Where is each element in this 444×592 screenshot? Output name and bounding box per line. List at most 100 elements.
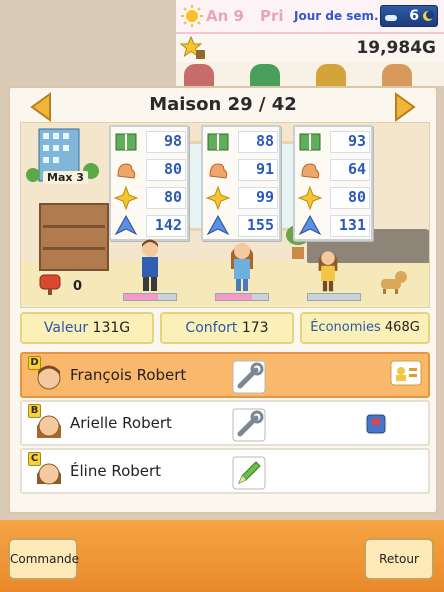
valeur-value: 131G — [92, 320, 131, 336]
resident-stats-card: 93 64 80 131 — [293, 125, 373, 241]
weekday-label: Jour de sem. — [294, 9, 379, 23]
spark-icon — [114, 186, 138, 210]
house-title: Maison 29 / 42 — [149, 94, 297, 115]
stat-row: 88 — [206, 129, 278, 155]
family-member-name: François Robert — [70, 366, 187, 384]
resident-energy-bar — [307, 293, 361, 301]
father-face-icon — [37, 365, 61, 390]
room-scene: Max 3 98 80 80 142 88 91 99 155 93 64 80… — [20, 122, 430, 308]
savings-box: Économies 468G — [300, 312, 430, 344]
wrench-icon[interactable] — [232, 360, 266, 394]
stat-row: 64 — [298, 157, 370, 183]
energy-fill — [124, 294, 158, 300]
week-indicator: 6 — [380, 5, 438, 27]
week-number: 6 — [409, 8, 419, 24]
stat-talent-value: 80 — [330, 187, 370, 209]
sun-icon — [181, 5, 203, 27]
stat-row: 93 — [298, 129, 370, 155]
money-value: 19,984G — [356, 38, 436, 58]
year-label: An 9 — [206, 7, 244, 25]
top-menu-icons — [176, 62, 444, 86]
resident-mother-sprite[interactable] — [225, 239, 259, 293]
book-icon — [207, 133, 229, 151]
shop-icon[interactable] — [184, 64, 214, 86]
child-face-icon — [37, 463, 61, 485]
spark-icon — [206, 186, 230, 210]
home-icon[interactable] — [250, 64, 280, 86]
resident-energy-bar — [123, 293, 177, 301]
mother-face-icon — [37, 415, 61, 438]
bookshelf — [39, 203, 109, 271]
wing-icon — [298, 214, 322, 236]
stat-strength-value: 91 — [238, 159, 278, 181]
bottom-bar: Commande Retour — [0, 520, 444, 592]
pencil-icon[interactable] — [232, 456, 266, 490]
book-icon — [115, 133, 137, 151]
comfort-box: Confort 173 — [160, 312, 294, 344]
family-list: D François Robert B Arielle Robert C Éli… — [20, 352, 430, 506]
value-box: Valeur 131G — [20, 312, 154, 344]
mailbox-icon[interactable] — [37, 269, 63, 295]
book-icon — [299, 133, 321, 151]
stat-total-value: 155 — [238, 215, 278, 237]
spark-icon — [298, 186, 322, 210]
resident-father-sprite[interactable] — [133, 239, 167, 293]
stat-total-value: 131 — [330, 215, 370, 237]
next-house-arrow-icon[interactable] — [392, 92, 418, 122]
stat-row: 142 — [114, 213, 186, 239]
muscle-icon — [209, 163, 228, 179]
resident-stats-card: 88 91 99 155 — [201, 125, 281, 241]
calendar-icon[interactable] — [382, 64, 412, 86]
stat-row: 99 — [206, 185, 278, 211]
stat-total-value: 142 — [146, 215, 186, 237]
family-row-francois[interactable]: D François Robert — [20, 352, 430, 398]
stat-row: 80 — [114, 185, 186, 211]
muscle-icon — [301, 163, 320, 179]
stat-study-value: 93 — [330, 131, 370, 153]
stat-row: 98 — [114, 129, 186, 155]
stat-study-value: 88 — [238, 131, 278, 153]
house-panel: Maison 29 / 42 Max 3 98 80 80 142 88 91 … — [8, 86, 438, 514]
family-row-arielle[interactable]: B Arielle Robert — [20, 400, 430, 446]
stat-talent-value: 99 — [238, 187, 278, 209]
stat-talent-value: 80 — [146, 187, 186, 209]
confort-label: Confort — [185, 320, 238, 336]
stat-row: 131 — [298, 213, 370, 239]
prev-house-arrow-icon[interactable] — [28, 92, 54, 122]
badge-icon[interactable] — [366, 414, 386, 434]
stat-strength-value: 80 — [146, 159, 186, 181]
resident-stats-card: 98 80 80 142 — [109, 125, 189, 241]
stat-row: 91 — [206, 157, 278, 183]
family-member-name: Arielle Robert — [70, 414, 172, 432]
valeur-label: Valeur — [43, 320, 89, 336]
wing-icon — [206, 214, 230, 236]
stat-row: 80 — [114, 157, 186, 183]
confort-value: 173 — [241, 320, 269, 336]
command-button[interactable]: Commande — [8, 538, 79, 580]
money-row: 19,984G — [176, 34, 444, 62]
dog-icon — [381, 271, 407, 294]
resident-child-sprite[interactable] — [313, 247, 343, 293]
muscle-icon — [117, 163, 136, 179]
economies-value: 468G — [384, 320, 420, 335]
music-icon[interactable] — [316, 64, 346, 86]
house-values: Valeur 131G Confort 173 Économies 468G — [20, 312, 430, 344]
energy-fill — [216, 294, 253, 300]
status-bar: An 9 Pri Jour de sem. 6 — [176, 0, 444, 34]
family-card-icon[interactable] — [390, 360, 422, 390]
mail-count: 0 — [73, 279, 83, 294]
wing-icon — [114, 214, 138, 236]
star-icon — [180, 36, 205, 59]
stat-strength-value: 64 — [330, 159, 370, 181]
stat-row: 155 — [206, 213, 278, 239]
wrench-icon[interactable] — [232, 408, 266, 442]
back-button[interactable]: Retour — [364, 538, 434, 580]
moon-icon — [423, 11, 434, 21]
economies-label: Économies — [310, 320, 381, 335]
stat-row: 80 — [298, 185, 370, 211]
stat-study-value: 98 — [146, 131, 186, 153]
family-row-eline[interactable]: C Éline Robert — [20, 448, 430, 494]
cloud-icon — [385, 15, 397, 21]
family-member-name: Éline Robert — [70, 462, 162, 480]
season-label: Pri — [260, 7, 284, 25]
